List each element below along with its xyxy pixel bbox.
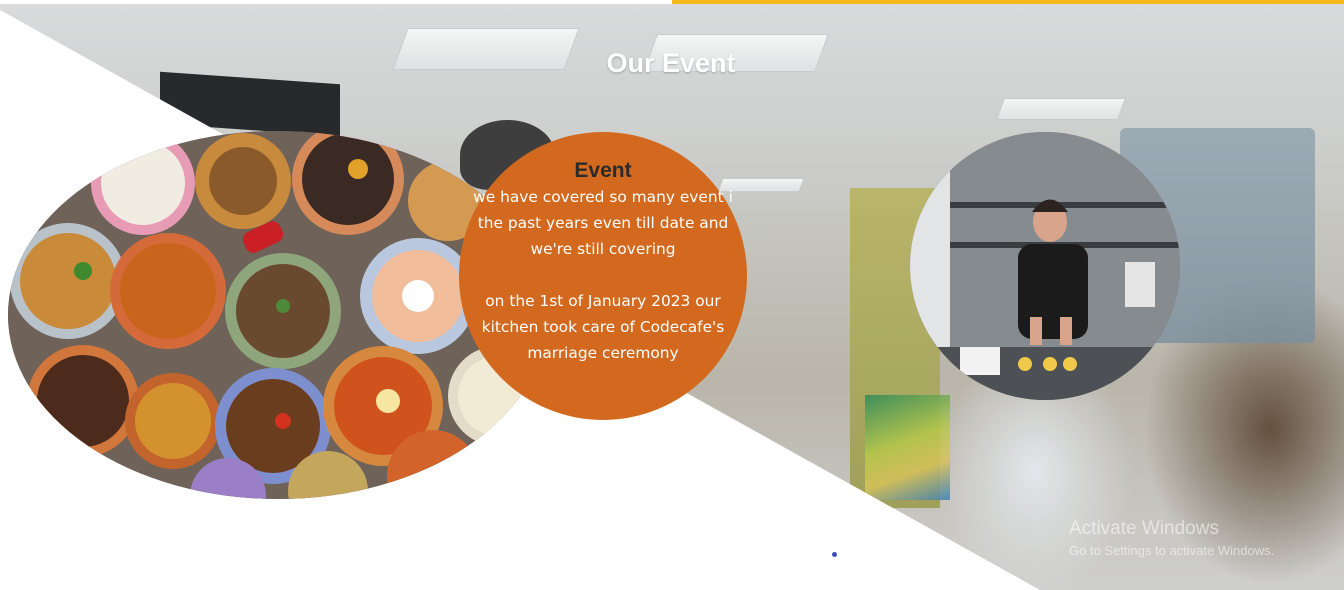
watermark-subtitle: Go to Settings to activate Windows. [1069, 543, 1275, 558]
event-paragraph-1: we have covered so many event i the past… [473, 188, 733, 258]
event-paragraph-2: on the 1st of January 2023 our kitchen t… [481, 292, 725, 362]
watermark-title: Activate Windows [1069, 518, 1219, 539]
chef-image [910, 132, 1180, 400]
chef-cooking-illustration [910, 132, 1180, 400]
event-section: Our Event Event we have covered so many … [0, 0, 1344, 590]
event-description: we have covered so many event i the past… [473, 184, 733, 366]
event-heading: Event [574, 159, 632, 182]
event-card: Event we have covered so many event i th… [459, 132, 747, 420]
windows-activation-watermark: Activate Windows Go to Settings to activ… [1069, 518, 1274, 560]
carousel-dot[interactable] [832, 552, 837, 557]
section-title: Our Event [606, 48, 736, 78]
